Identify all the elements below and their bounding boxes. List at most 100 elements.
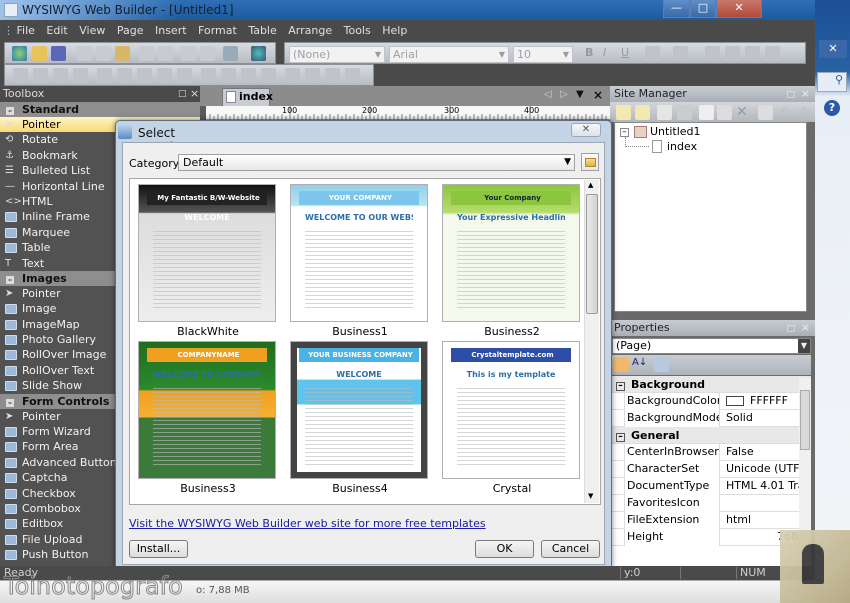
align-right-icon[interactable]: [745, 46, 760, 61]
property-row[interactable]: BackgroundMode Solid: [612, 410, 811, 427]
dropdown-icon[interactable]: [345, 68, 360, 83]
blank-icon[interactable]: [677, 105, 692, 120]
duplicate-icon[interactable]: [717, 105, 732, 120]
property-group-general[interactable]: – General: [612, 427, 811, 444]
send-back-icon[interactable]: [117, 68, 132, 83]
menu-tools[interactable]: Tools: [340, 20, 375, 42]
justify-icon[interactable]: [765, 46, 780, 61]
install-button[interactable]: Install...: [129, 540, 188, 558]
background-close-icon[interactable]: ✕: [819, 40, 847, 58]
bold-button[interactable]: B: [585, 46, 593, 59]
scroll-thumb[interactable]: [586, 194, 598, 314]
sort-alpha-icon[interactable]: A↓: [632, 357, 647, 372]
minimize-button[interactable]: —: [663, 0, 690, 18]
property-value[interactable]: [722, 495, 802, 512]
layer-icon[interactable]: [285, 68, 300, 83]
template-business3[interactable]: COMPANYNAME WELCOME TO COMPANYNAME! Busine…: [138, 341, 278, 495]
link-icon[interactable]: [241, 68, 256, 83]
publish-icon[interactable]: [251, 46, 266, 61]
close-icon[interactable]: ×: [801, 86, 810, 102]
property-row[interactable]: CenterInBrowser False: [612, 444, 811, 461]
delete-icon[interactable]: ✕: [736, 105, 751, 120]
close-icon[interactable]: ×: [801, 320, 810, 336]
maximize-button[interactable]: □: [690, 0, 716, 18]
template-blackwhite[interactable]: My Fantastic B/W-Website WELCOME BlackWhit…: [138, 184, 278, 338]
property-value[interactable]: HTML 4.01 Transitional: [722, 478, 802, 495]
font-size-select[interactable]: 10 ▼: [513, 46, 573, 63]
property-row[interactable]: FavoritesIcon: [612, 495, 811, 512]
template-thumbnail[interactable]: Your Company Your Expressive Headline Of …: [442, 184, 580, 322]
template-crystal[interactable]: Crystaltemplate.com This is my template Cr…: [442, 341, 582, 495]
italic-button[interactable]: I: [603, 46, 606, 59]
template-business4[interactable]: YOUR BUSINESS COMPANY WELCOME Business4: [290, 341, 430, 495]
underline-button[interactable]: U: [621, 46, 629, 59]
highlight-icon[interactable]: [673, 46, 688, 61]
property-row[interactable]: DocumentType HTML 4.01 Transitional: [612, 478, 811, 495]
align-top-icon[interactable]: [33, 68, 48, 83]
preview-icon[interactable]: [223, 46, 238, 61]
scroll-down-icon[interactable]: ▼: [588, 492, 593, 500]
undo-icon[interactable]: [139, 46, 154, 61]
template-business1[interactable]: YOUR COMPANY WELCOME TO OUR WEBSITE Busine…: [290, 184, 430, 338]
menu-table[interactable]: Table: [244, 20, 280, 42]
pin-icon[interactable]: □: [178, 86, 187, 102]
move-down-icon[interactable]: ⇩: [799, 105, 814, 120]
close-button[interactable]: ✕: [716, 0, 762, 18]
object-select[interactable]: (Page) ▼: [612, 338, 811, 354]
menu-format[interactable]: Format: [194, 20, 241, 42]
align-center-icon[interactable]: [725, 46, 740, 61]
tree-page-index[interactable]: index: [667, 140, 697, 153]
font-select[interactable]: Arial ▼: [389, 46, 509, 63]
form-icon[interactable]: [261, 68, 276, 83]
scroll-up-icon[interactable]: ▲: [588, 181, 593, 189]
same-height-icon[interactable]: [157, 68, 172, 83]
pin-icon[interactable]: □: [786, 87, 795, 103]
new-site-icon[interactable]: [12, 46, 27, 61]
align-middle-icon[interactable]: [73, 68, 88, 83]
align-icon[interactable]: [13, 68, 28, 83]
bring-front-icon[interactable]: [97, 68, 112, 83]
site-properties-icon[interactable]: [758, 105, 773, 120]
import-page-icon[interactable]: [635, 105, 650, 120]
move-up-icon[interactable]: ⇧: [780, 105, 795, 120]
category-select[interactable]: Default ▼: [178, 154, 575, 171]
menu-page[interactable]: Page: [113, 20, 148, 42]
collapse-icon[interactable]: –: [616, 433, 625, 442]
property-value[interactable]: Solid: [722, 410, 802, 427]
new-page-icon[interactable]: [616, 105, 631, 120]
menu-arrange[interactable]: Arrange: [284, 20, 336, 42]
image-icon[interactable]: [305, 68, 320, 83]
color-swatch[interactable]: [726, 396, 744, 406]
tab-next-icon[interactable]: ▷: [560, 89, 568, 100]
menu-help[interactable]: Help: [378, 20, 411, 42]
rename-icon[interactable]: [699, 105, 714, 120]
text-color-icon[interactable]: [645, 46, 660, 61]
ok-button[interactable]: OK: [475, 540, 534, 558]
more-templates-link[interactable]: Visit the WYSIWYG Web Builder web site f…: [129, 517, 486, 530]
property-row[interactable]: CharacterSet Unicode (UTF-8): [612, 461, 811, 478]
redo-icon[interactable]: [158, 46, 173, 61]
collapse-icon[interactable]: –: [616, 382, 625, 391]
paste-icon[interactable]: [115, 46, 130, 61]
collapse-icon[interactable]: –: [620, 128, 629, 137]
pin-icon[interactable]: □: [786, 321, 795, 337]
property-value[interactable]: False: [722, 444, 802, 461]
tab-index[interactable]: index: [222, 88, 273, 106]
collapse-icon[interactable]: –: [6, 107, 14, 115]
tab-list-icon[interactable]: ▼: [576, 89, 584, 100]
property-value[interactable]: FFFFFF: [722, 393, 802, 410]
close-icon[interactable]: ×: [190, 86, 199, 102]
property-value[interactable]: html: [722, 512, 802, 529]
tab-close-icon[interactable]: ×: [593, 88, 603, 102]
property-value[interactable]: Unicode (UTF-8): [722, 461, 802, 478]
scroll-thumb[interactable]: [800, 390, 810, 450]
menu-view[interactable]: View: [75, 20, 109, 42]
categorized-icon[interactable]: [614, 357, 629, 372]
template-thumbnail[interactable]: YOUR BUSINESS COMPANY WELCOME: [290, 341, 428, 479]
property-group-background[interactable]: – Background: [612, 376, 811, 393]
tree-root[interactable]: Untitled1: [650, 125, 701, 138]
template-thumbnail[interactable]: My Fantastic B/W-Website WELCOME: [138, 184, 276, 322]
cut-icon[interactable]: [77, 46, 92, 61]
pencil-icon[interactable]: [201, 68, 216, 83]
template-business2[interactable]: Your Company Your Expressive Headline Of …: [442, 184, 582, 338]
